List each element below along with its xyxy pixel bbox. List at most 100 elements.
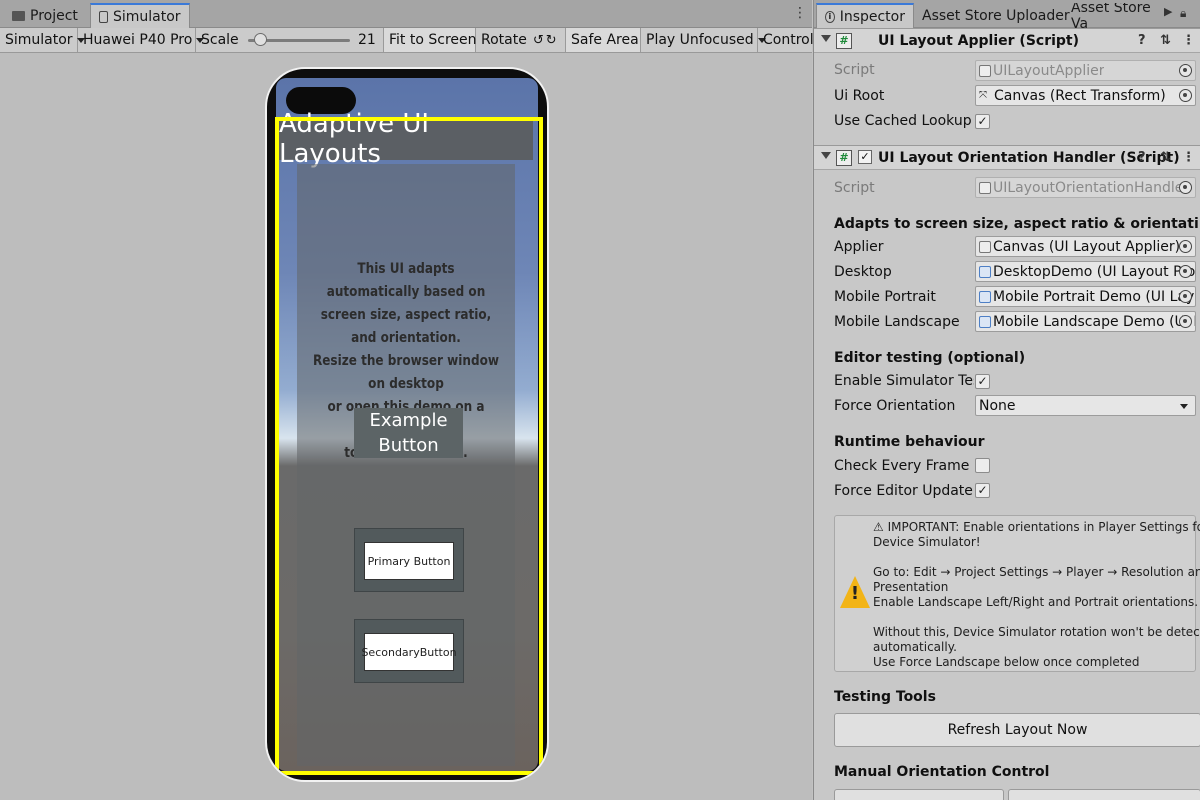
simulator-window: Project Simulator ⋮ Simulator Huawei P40… xyxy=(0,0,814,800)
info-icon: i xyxy=(825,10,835,23)
script-field: UILayoutApplier xyxy=(975,60,1196,81)
object-picker-icon[interactable] xyxy=(1179,89,1192,102)
presets-icon[interactable]: ⇅ xyxy=(1160,33,1171,48)
component-menu-icon[interactable]: ⋮ xyxy=(1182,150,1195,165)
object-picker-icon[interactable] xyxy=(1179,265,1192,278)
secondary-button-label: SecondaryButton xyxy=(361,645,457,659)
ui-root-field[interactable]: ⤧ Canvas (Rect Transform) xyxy=(975,85,1196,106)
orientation-warning-helpbox: ! ⚠ IMPORTANT: Enable orientations in Pl… xyxy=(834,515,1200,672)
control-label: Control xyxy=(763,32,814,48)
mobile-portrait-profile-value: Mobile Portrait Demo (UI Layou xyxy=(993,288,1195,305)
secondary-button-container: SecondaryButton xyxy=(354,619,464,683)
force-editor-update-label: Force Editor Update xyxy=(834,483,973,499)
script-field: UILayoutOrientationHandler xyxy=(975,177,1196,198)
manual-orientation-button-left[interactable] xyxy=(834,789,1004,800)
right-tab-bar: i Inspector Asset Store Uploader Asset S… xyxy=(814,0,1200,28)
scriptable-object-icon xyxy=(979,290,991,303)
play-mode-label: Play Unfocused xyxy=(646,32,754,48)
mobile-portrait-label: Mobile Portrait xyxy=(834,289,936,305)
inspector-window: i Inspector Asset Store Uploader Asset S… xyxy=(813,0,1200,800)
primary-button-label: Primary Button xyxy=(367,554,451,568)
tab-inspector-label: Inspector xyxy=(839,8,905,25)
foldout-arrow-icon[interactable] xyxy=(821,35,831,42)
scriptable-object-icon xyxy=(979,265,991,278)
tab-project[interactable]: Project xyxy=(4,3,86,28)
help-line: Presentation xyxy=(873,580,949,594)
safe-area-toggle[interactable]: Safe Area xyxy=(566,28,641,52)
warning-exclamation: ! xyxy=(850,583,860,604)
lock-icon[interactable]: 🔒︎ xyxy=(1180,6,1186,21)
manual-orientation-section-header: Manual Orientation Control xyxy=(834,764,1050,780)
device-icon xyxy=(99,10,108,23)
manual-orientation-button-right[interactable] xyxy=(1008,789,1200,800)
tab-scroll-right-icon[interactable]: ▶ xyxy=(1164,5,1172,19)
runtime-section-header: Runtime behaviour xyxy=(834,434,985,450)
cached-lookup-checkbox[interactable]: ✓ xyxy=(975,114,990,129)
help-line: Without this, Device Simulator rotation … xyxy=(873,625,1200,639)
help-icon[interactable]: ? xyxy=(1138,33,1146,48)
mode-dropdown[interactable]: Simulator xyxy=(0,28,85,52)
device-screen[interactable]: Adaptive UI Layouts This UI adapts autom… xyxy=(276,78,538,771)
primary-button[interactable]: Primary Button xyxy=(364,542,454,580)
rotate-control: Rotate ↺ ↻ xyxy=(476,28,566,52)
component-title: UI Layout Applier (Script) xyxy=(878,33,1080,49)
presets-icon[interactable]: ⇅ xyxy=(1160,150,1171,165)
ui-root-value: Canvas (Rect Transform) xyxy=(994,87,1166,104)
script-label: Script xyxy=(834,62,875,78)
enable-simulator-testing-checkbox[interactable]: ✓ xyxy=(975,374,990,389)
description-line: This UI adapts automatically based on xyxy=(326,261,486,300)
component-menu-icon[interactable]: ⋮ xyxy=(1182,33,1195,48)
scale-slider-handle[interactable] xyxy=(254,33,267,46)
chevron-down-icon xyxy=(1180,404,1188,409)
help-icon[interactable]: ? xyxy=(1138,150,1146,165)
component-enabled-checkbox[interactable]: ✓ xyxy=(858,150,872,164)
mobile-portrait-profile-field[interactable]: Mobile Portrait Demo (UI Layou xyxy=(975,286,1196,307)
example-button[interactable]: Example Button xyxy=(354,408,463,458)
play-mode-dropdown[interactable]: Play Unfocused xyxy=(641,28,766,52)
component-title: UI Layout Orientation Handler (Script) xyxy=(878,150,1180,166)
force-editor-update-checkbox[interactable]: ✓ xyxy=(975,483,990,498)
desktop-profile-field[interactable]: DesktopDemo (UI Layout Profil xyxy=(975,261,1196,282)
check-every-frame-checkbox[interactable] xyxy=(975,458,990,473)
rotate-left-icon[interactable]: ↺ xyxy=(533,33,544,48)
foldout-arrow-icon[interactable] xyxy=(821,152,831,159)
refresh-layout-button[interactable]: Refresh Layout Now xyxy=(834,713,1200,747)
ui-layout-orientation-handler-header[interactable]: # ✓ UI Layout Orientation Handler (Scrip… xyxy=(814,145,1200,170)
tab-simulator[interactable]: Simulator xyxy=(90,3,190,28)
object-picker-icon xyxy=(1179,64,1192,77)
ui-root-label: Ui Root xyxy=(834,88,885,104)
tab-asset-store-va[interactable]: Asset Store Va xyxy=(1063,3,1163,28)
mobile-landscape-profile-field[interactable]: Mobile Landscape Demo (UI La xyxy=(975,311,1196,332)
scriptable-object-icon xyxy=(979,315,991,328)
scale-value: 21 xyxy=(358,32,376,48)
tab-inspector[interactable]: i Inspector xyxy=(816,3,914,28)
rotate-right-icon[interactable]: ↻ xyxy=(546,33,557,48)
ui-layout-applier-header[interactable]: # UI Layout Applier (Script) ? ⇅ ⋮ xyxy=(814,28,1200,53)
applier-field[interactable]: Canvas (UI Layout Applier) xyxy=(975,236,1196,257)
mobile-landscape-profile-value: Mobile Landscape Demo (UI La xyxy=(993,313,1195,330)
cached-lookup-label: Use Cached Lookup xyxy=(834,113,972,129)
applier-label: Applier xyxy=(834,239,884,255)
control-button[interactable]: Control xyxy=(758,28,814,52)
object-picker-icon[interactable] xyxy=(1179,290,1192,303)
safe-area-label: Safe Area xyxy=(571,32,639,48)
tab-asset-store-uploader-label: Asset Store Uploader xyxy=(922,7,1070,24)
help-line: Go to: Edit → Project Settings → Player … xyxy=(873,565,1200,579)
secondary-button[interactable]: SecondaryButton xyxy=(361,633,457,671)
tab-asset-store-uploader[interactable]: Asset Store Uploader xyxy=(914,3,1078,28)
editor-testing-section-header: Editor testing (optional) xyxy=(834,350,1026,366)
object-picker-icon[interactable] xyxy=(1179,240,1192,253)
object-picker-icon[interactable] xyxy=(1179,315,1192,328)
tab-project-label: Project xyxy=(30,7,78,24)
force-orientation-dropdown[interactable]: None xyxy=(975,395,1196,416)
script-icon: # xyxy=(836,150,852,166)
kebab-menu-icon[interactable]: ⋮ xyxy=(793,6,807,20)
device-frame: Adaptive UI Layouts This UI adapts autom… xyxy=(265,67,549,782)
object-picker-icon xyxy=(1179,181,1192,194)
check-every-frame-label: Check Every Frame xyxy=(834,458,970,474)
folder-icon xyxy=(12,10,25,21)
fit-to-screen-button[interactable]: Fit to Screen xyxy=(384,28,477,52)
device-dropdown[interactable]: Huawei P40 Pro xyxy=(78,28,205,52)
script-file-icon xyxy=(979,240,991,253)
help-line: Device Simulator! xyxy=(873,535,981,549)
